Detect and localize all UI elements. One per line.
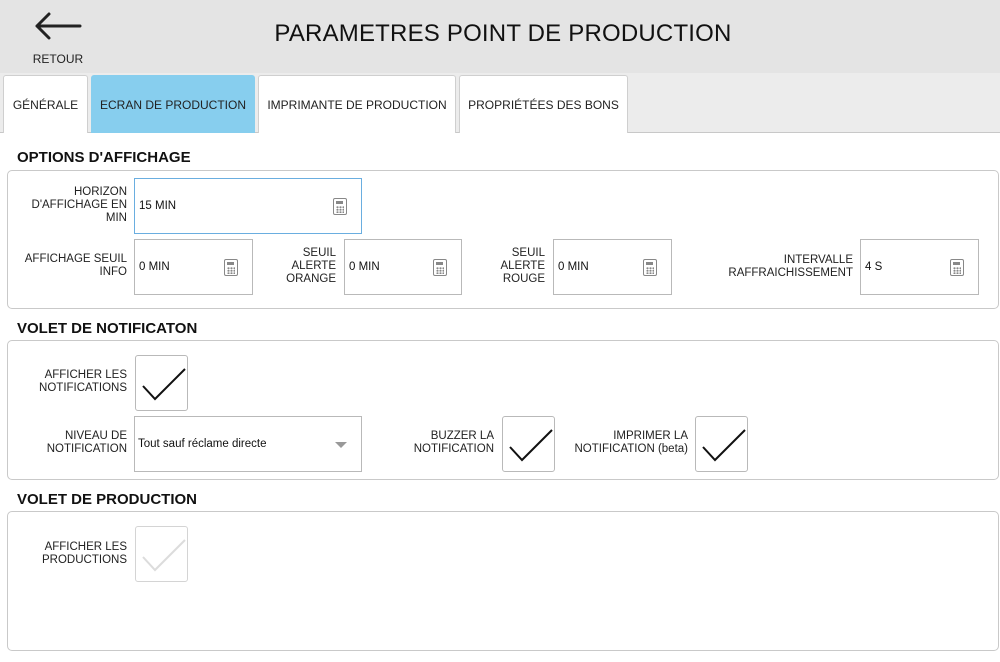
calculator-icon[interactable] [333, 198, 347, 215]
tab-bar: GÉNÉRALE ECRAN DE PRODUCTION IMPRIMANTE … [0, 73, 1000, 133]
niveau-notification-select[interactable]: Tout sauf réclame directe [134, 416, 362, 472]
afficher-productions-label: AFFICHER LES PRODUCTIONS [42, 541, 127, 566]
top-bar: RETOUR PARAMETRES POINT DE PRODUCTION [0, 0, 1000, 73]
calculator-icon[interactable] [433, 259, 447, 276]
imprimer-notification-label: IMPRIMER LA NOTIFICATION (beta) [574, 430, 688, 455]
tab-proprietees-des-bons[interactable]: PROPRIÉTÉES DES BONS [459, 75, 628, 133]
afficher-productions-checkbox[interactable] [135, 526, 188, 582]
checkmark-icon [509, 429, 553, 462]
afficher-notifications-label: AFFICHER LES NOTIFICATIONS [39, 369, 127, 394]
imprimer-notification-checkbox[interactable] [695, 416, 748, 472]
horizon-value: 15 MIN [139, 200, 177, 212]
seuil-orange-input[interactable]: 0 MIN [344, 239, 462, 295]
seuil-info-label: AFFICHAGE SEUIL INFO [24, 253, 127, 278]
niveau-notification-value: Tout sauf réclame directe [138, 438, 267, 450]
dropdown-caret-icon [335, 442, 347, 448]
intervalle-input[interactable]: 4 S [860, 239, 979, 295]
seuil-rouge-input[interactable]: 0 MIN [553, 239, 672, 295]
tab-imprimante-de-production[interactable]: IMPRIMANTE DE PRODUCTION [258, 75, 456, 133]
seuil-info-input[interactable]: 0 MIN [134, 239, 253, 295]
buzzer-notification-checkbox[interactable] [502, 416, 555, 472]
seuil-orange-value: 0 MIN [349, 261, 380, 273]
tab-ecran-de-production[interactable]: ECRAN DE PRODUCTION [91, 75, 255, 133]
calculator-icon[interactable] [643, 259, 657, 276]
seuil-rouge-label: SEUIL ALERTE ROUGE [500, 247, 545, 285]
buzzer-notification-label: BUZZER LA NOTIFICATION [413, 430, 494, 455]
checkmark-icon [142, 539, 186, 572]
back-label: RETOUR [32, 52, 84, 66]
section-title-notifications: VOLET DE NOTIFICATON [17, 320, 198, 337]
intervalle-label: INTERVALLE RAFFRAICHISSEMENT [728, 254, 853, 279]
section-title-production: VOLET DE PRODUCTION [17, 491, 198, 508]
tab-generale[interactable]: GÉNÉRALE [3, 75, 88, 133]
section-title-display-options: OPTIONS D'AFFICHAGE [17, 149, 191, 166]
calculator-icon[interactable] [950, 259, 964, 276]
checkmark-icon [142, 368, 186, 401]
niveau-notification-label: NIVEAU DE NOTIFICATION [46, 430, 127, 455]
calculator-icon[interactable] [224, 259, 238, 276]
seuil-info-value: 0 MIN [139, 261, 170, 273]
page-title: PARAMETRES POINT DE PRODUCTION [274, 20, 732, 47]
checkmark-icon [702, 429, 746, 462]
seuil-orange-label: SEUIL ALERTE ORANGE [286, 247, 336, 285]
horizon-input[interactable]: 15 MIN [134, 178, 362, 234]
intervalle-value: 4 S [865, 261, 883, 273]
afficher-notifications-checkbox[interactable] [135, 355, 188, 411]
horizon-label: HORIZON D'AFFICHAGE EN MIN [31, 186, 127, 224]
seuil-rouge-value: 0 MIN [558, 261, 589, 273]
